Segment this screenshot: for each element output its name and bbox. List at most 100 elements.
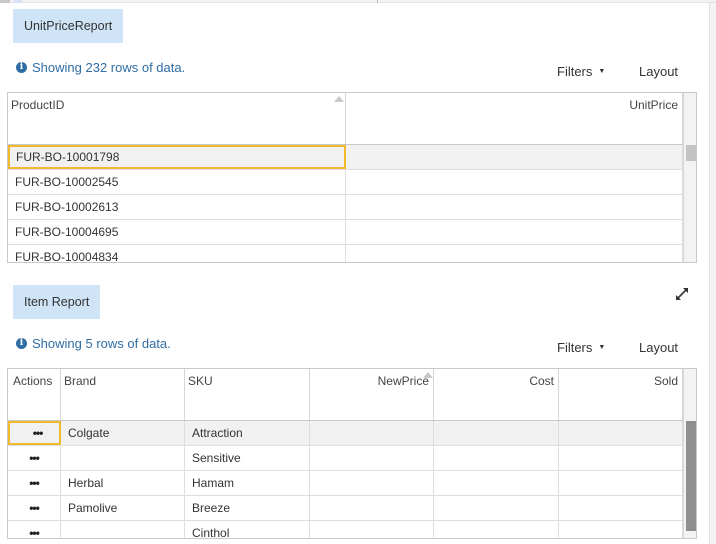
- layout-label: Layout: [639, 64, 679, 79]
- table-row[interactable]: FUR-BO-10004834: [8, 245, 683, 262]
- caret-down-icon: ▼: [598, 68, 606, 75]
- column-header-label: ProductID: [11, 98, 65, 112]
- info-icon: i: [16, 338, 27, 349]
- cell-cost[interactable]: [434, 421, 559, 445]
- cell-brand[interactable]: Colgate: [61, 421, 185, 445]
- cell-newprice[interactable]: [310, 496, 434, 520]
- filters-label: Filters: [557, 64, 593, 79]
- info-icon: i: [16, 62, 27, 73]
- cell-productid[interactable]: FUR-BO-10004695: [8, 220, 346, 244]
- cell-unitprice[interactable]: [346, 245, 683, 262]
- column-header-label: Brand: [64, 374, 97, 388]
- unit-price-filters-button[interactable]: Filters ▼: [557, 64, 605, 79]
- cell-newprice[interactable]: [310, 421, 434, 445]
- column-header-sku[interactable]: SKU: [185, 369, 310, 420]
- cell-sku[interactable]: Hamam: [185, 471, 310, 495]
- column-header-productid[interactable]: ProductID: [8, 93, 346, 144]
- expand-icon[interactable]: [674, 286, 690, 302]
- unit-price-report-tab[interactable]: UnitPriceReport: [13, 9, 124, 43]
- cell-sku[interactable]: Attraction: [185, 421, 310, 445]
- sort-ascending-icon[interactable]: [423, 372, 433, 378]
- column-header-label: SKU: [188, 374, 213, 388]
- column-header-label: UnitPrice: [629, 98, 678, 112]
- cell-cost[interactable]: [434, 471, 559, 495]
- unit-price-grid: ProductID UnitPrice FUR-BO-10001798 FUR-…: [7, 92, 697, 263]
- cell-sku[interactable]: Sensitive: [185, 446, 310, 470]
- item-row-count: i Showing 5 rows of data.: [16, 336, 171, 351]
- cell-sold[interactable]: [559, 521, 683, 538]
- item-report-tab[interactable]: Item Report: [13, 285, 101, 319]
- layout-label: Layout: [639, 340, 679, 355]
- column-header-label: Cost: [529, 374, 554, 388]
- row-actions-button[interactable]: •••: [8, 446, 61, 470]
- row-actions-button[interactable]: •••: [8, 421, 61, 445]
- scrollbar-thumb[interactable]: [686, 145, 696, 161]
- unit-price-grid-header: ProductID UnitPrice: [8, 93, 683, 145]
- row-actions-button[interactable]: •••: [8, 521, 61, 538]
- item-grid: Actions Brand SKU NewPrice Cost Sold •••…: [7, 368, 697, 539]
- window-top-edge: [0, 0, 716, 3]
- cell-sold[interactable]: [559, 471, 683, 495]
- cell-sold[interactable]: [559, 446, 683, 470]
- window-right-edge: [709, 3, 716, 544]
- unit-price-row-count-text: Showing 232 rows of data.: [32, 60, 186, 75]
- table-row[interactable]: ••• Cinthol: [8, 521, 683, 538]
- column-header-label: NewPrice: [377, 374, 429, 388]
- item-row-count-text: Showing 5 rows of data.: [32, 336, 171, 351]
- column-header-actions[interactable]: Actions: [8, 369, 61, 420]
- table-row[interactable]: ••• Pamolive Breeze: [8, 496, 683, 521]
- cell-newprice[interactable]: [310, 471, 434, 495]
- sort-ascending-icon[interactable]: [334, 96, 344, 102]
- cell-productid[interactable]: FUR-BO-10004834: [8, 245, 346, 262]
- table-row[interactable]: ••• Colgate Attraction: [8, 421, 683, 446]
- cell-unitprice[interactable]: [346, 220, 683, 244]
- cell-sold[interactable]: [559, 421, 683, 445]
- top-edge-marker: [377, 0, 378, 3]
- item-filters-button[interactable]: Filters ▼: [557, 340, 605, 355]
- column-header-newprice[interactable]: NewPrice: [310, 369, 434, 420]
- unit-price-layout-button[interactable]: Layout: [639, 64, 678, 79]
- cell-sku[interactable]: Breeze: [185, 496, 310, 520]
- cell-sold[interactable]: [559, 496, 683, 520]
- cell-newprice[interactable]: [310, 446, 434, 470]
- cell-unitprice[interactable]: [346, 195, 683, 219]
- filters-label: Filters: [557, 340, 593, 355]
- top-edge-marker: [14, 0, 22, 3]
- cell-productid[interactable]: FUR-BO-10002613: [8, 195, 346, 219]
- cell-cost[interactable]: [434, 521, 559, 538]
- cell-brand[interactable]: [61, 446, 185, 470]
- top-edge-marker: [0, 0, 10, 3]
- cell-brand[interactable]: Pamolive: [61, 496, 185, 520]
- table-row[interactable]: ••• Sensitive: [8, 446, 683, 471]
- column-header-brand[interactable]: Brand: [61, 369, 185, 420]
- cell-unitprice[interactable]: [346, 170, 683, 194]
- table-row[interactable]: FUR-BO-10004695: [8, 220, 683, 245]
- scrollbar-thumb[interactable]: [686, 421, 696, 531]
- cell-unitprice[interactable]: [346, 145, 683, 169]
- table-row[interactable]: FUR-BO-10002613: [8, 195, 683, 220]
- cell-productid[interactable]: FUR-BO-10001798: [8, 145, 346, 169]
- row-actions-button[interactable]: •••: [8, 471, 61, 495]
- cell-brand[interactable]: Herbal: [61, 471, 185, 495]
- cell-cost[interactable]: [434, 446, 559, 470]
- caret-down-icon: ▼: [598, 344, 606, 351]
- column-header-unitprice[interactable]: UnitPrice: [346, 93, 683, 144]
- column-header-cost[interactable]: Cost: [434, 369, 559, 420]
- cell-cost[interactable]: [434, 496, 559, 520]
- table-row[interactable]: ••• Herbal Hamam: [8, 471, 683, 496]
- column-header-label: Sold: [653, 374, 678, 388]
- cell-brand[interactable]: [61, 521, 185, 538]
- unit-price-vertical-scrollbar[interactable]: [683, 93, 696, 262]
- cell-newprice[interactable]: [310, 521, 434, 538]
- table-row[interactable]: FUR-BO-10001798: [8, 145, 683, 170]
- column-header-label: Actions: [13, 374, 53, 388]
- row-actions-button[interactable]: •••: [8, 496, 61, 520]
- cell-productid[interactable]: FUR-BO-10002545: [8, 170, 346, 194]
- cell-sku[interactable]: Cinthol: [185, 521, 310, 538]
- item-vertical-scrollbar[interactable]: [683, 369, 696, 538]
- table-row[interactable]: FUR-BO-10002545: [8, 170, 683, 195]
- unit-price-row-count: i Showing 232 rows of data.: [16, 60, 185, 75]
- item-layout-button[interactable]: Layout: [639, 340, 678, 355]
- column-header-sold[interactable]: Sold: [559, 369, 683, 420]
- item-grid-header: Actions Brand SKU NewPrice Cost Sold: [8, 369, 683, 421]
